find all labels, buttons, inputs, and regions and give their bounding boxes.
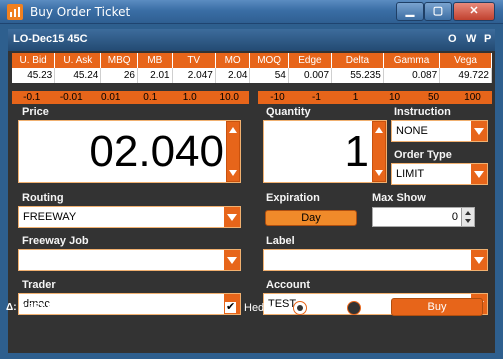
stat-header: Delta [331, 53, 384, 68]
order-type-value: LIMIT [396, 168, 425, 180]
price-step-button[interactable]: -0.1 [12, 91, 52, 104]
stat-value: 2.04 [215, 68, 251, 83]
stat-value: 55.235 [331, 68, 384, 83]
buy-radio-label: Buy [311, 302, 330, 314]
stat-value: 26 [100, 68, 138, 83]
stat-value: 0.087 [383, 68, 441, 83]
buy-radio[interactable] [293, 301, 307, 315]
minimize-button[interactable]: ▁ [396, 2, 424, 21]
price-step-button[interactable]: 10.0 [210, 91, 250, 104]
freeway-job-label: Freeway Job [22, 235, 89, 247]
price-input[interactable]: 02.040 [18, 120, 241, 183]
order-type-label: Order Type [394, 149, 452, 161]
stat-value: 54 [249, 68, 289, 83]
mode-w[interactable]: W [466, 33, 476, 45]
maximize-button[interactable]: ▢ [424, 2, 452, 21]
stat-value: 2.047 [172, 68, 216, 83]
price-step-bar: -0.1 -0.01 0.01 0.1 1.0 10.0 [12, 91, 249, 104]
max-show-value: 0 [451, 211, 458, 223]
order-label-label: Label [266, 235, 295, 247]
qty-step-button[interactable]: 1 [336, 91, 375, 104]
chevron-down-icon[interactable] [224, 207, 240, 227]
arrow-up-icon[interactable] [229, 127, 237, 133]
price-step-button[interactable]: 1.0 [170, 91, 210, 104]
quantity-value: 1 [344, 127, 369, 176]
price-step-button[interactable]: 0.1 [131, 91, 171, 104]
chevron-down-icon[interactable] [224, 250, 240, 270]
hedge-label: Hedge [244, 302, 277, 314]
stat-header: MO [215, 53, 251, 68]
price-step-button[interactable]: -0.01 [52, 91, 92, 104]
price-label: Price [22, 106, 49, 118]
qty-step-button[interactable]: -1 [297, 91, 336, 104]
trader-label: Trader [22, 279, 56, 291]
quantity-label: Quantity [266, 106, 311, 118]
price-step-button[interactable]: 0.01 [91, 91, 131, 104]
expiration-day-button[interactable]: Day [265, 210, 357, 226]
routing-value: FREEWAY [23, 211, 77, 223]
qty-step-button[interactable]: 10 [375, 91, 414, 104]
qty-step-button[interactable]: 50 [414, 91, 453, 104]
expiration-label: Expiration [266, 192, 320, 204]
stat-header: Vega [439, 53, 492, 68]
stat-header: U. Bid [12, 53, 56, 68]
instruction-value: NONE [396, 125, 428, 137]
mode-p[interactable]: P [484, 33, 491, 45]
arrow-down-icon[interactable] [375, 170, 383, 176]
routing-label: Routing [22, 192, 64, 204]
price-value: 02.040 [89, 127, 224, 176]
app-icon [7, 4, 23, 20]
chevron-down-icon[interactable] [471, 121, 487, 141]
max-show-label: Max Show [372, 192, 426, 204]
stat-header: Edge [288, 53, 333, 68]
qty-step-bar: -10 -1 1 10 50 100 [258, 91, 492, 104]
stat-value: 2.01 [137, 68, 173, 83]
stat-header: MBQ [100, 53, 138, 68]
order-label-select[interactable] [263, 249, 488, 271]
sell-radio-label: Sell [365, 302, 384, 314]
routing-select[interactable]: FREEWAY [18, 206, 241, 228]
arrow-up-icon[interactable] [375, 127, 383, 133]
qty-step-button[interactable]: 100 [453, 91, 492, 104]
chevron-down-icon[interactable] [471, 164, 487, 184]
qty-step-button[interactable]: -10 [258, 91, 297, 104]
stat-value: 0.007 [288, 68, 333, 83]
stat-value: 45.24 [54, 68, 102, 83]
chevron-down-icon[interactable] [471, 250, 487, 270]
title-bar: Buy Order Ticket ▁ ▢ ✕ [0, 0, 503, 24]
stat-header: TV [172, 53, 216, 68]
stat-header: MB [137, 53, 173, 68]
freeway-job-select[interactable] [18, 249, 241, 271]
stat-header: MOQ [249, 53, 289, 68]
quantity-input[interactable]: 1 [263, 120, 387, 183]
stat-value: 45.23 [12, 68, 56, 83]
instruction-label: Instruction [394, 106, 451, 118]
instrument-name: LO-Dec15 45C [13, 33, 88, 45]
instruction-select[interactable]: NONE [391, 120, 488, 142]
market-stats-table: U. Bid U. Ask MBQ MB TV MO MOQ Edge Delt… [12, 53, 492, 83]
price-spinner[interactable] [226, 121, 240, 182]
mode-o[interactable]: O [448, 33, 457, 45]
stat-header: Gamma [383, 53, 441, 68]
arrow-down-icon[interactable] [229, 170, 237, 176]
greeks-readout: Δ: 0.552 Γ: 0.087 v: 49.722 Θ: [6, 302, 144, 313]
stat-value: 49.722 [439, 68, 492, 83]
stat-header: U. Ask [54, 53, 102, 68]
max-show-spinner[interactable] [461, 208, 474, 226]
order-type-select[interactable]: LIMIT [391, 163, 488, 185]
window-title: Buy Order Ticket [30, 5, 131, 19]
quantity-spinner[interactable] [372, 121, 386, 182]
hedge-checkbox[interactable] [224, 300, 237, 314]
account-label: Account [266, 279, 310, 291]
sell-radio[interactable] [347, 301, 361, 315]
max-show-input[interactable]: 0 [372, 207, 475, 227]
submit-buy-button[interactable]: Buy [391, 298, 483, 316]
close-button[interactable]: ✕ [453, 2, 495, 21]
instrument-bar: LO-Dec15 45C O W P [8, 29, 495, 51]
